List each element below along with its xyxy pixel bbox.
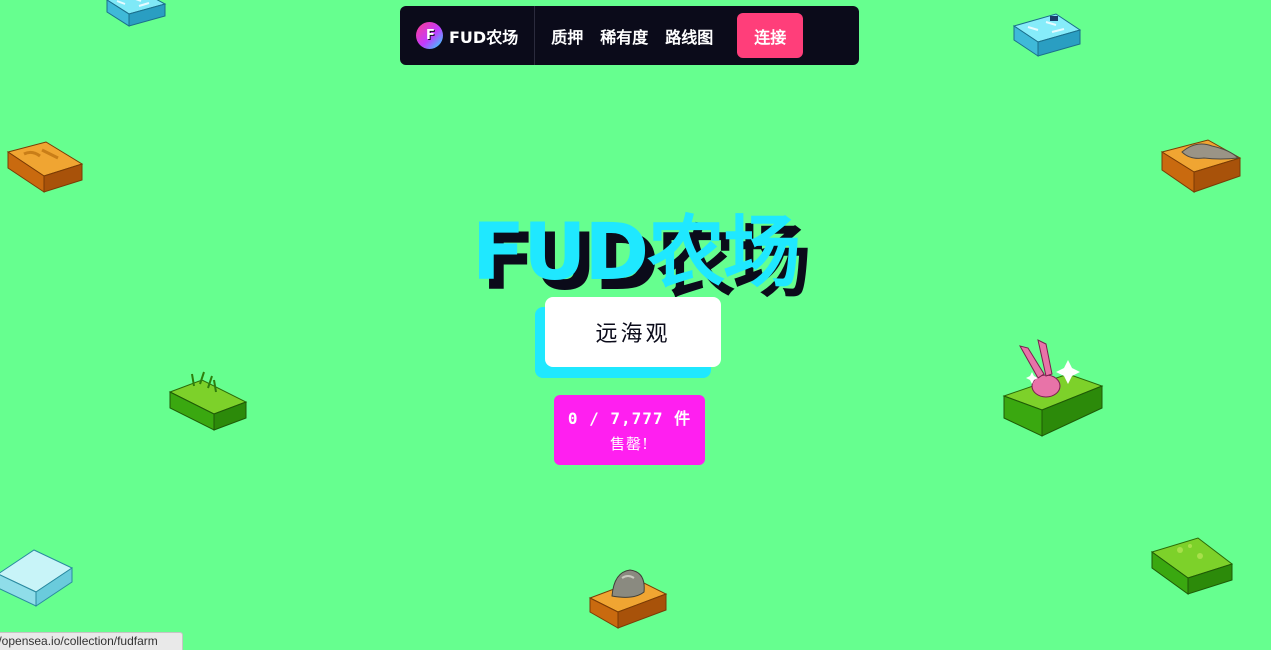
ice-block-icon [103,0,167,32]
dirt-block-icon [6,140,84,196]
nav-link-rarity[interactable]: 稀有度 [600,24,648,48]
top-nav: F FUD农场 质押 稀有度 路线图 连接 [400,6,859,65]
brand-name: FUD农场 [449,27,519,47]
dirt-rock-block-icon [1160,136,1242,196]
nav-link-staking[interactable]: 质押 [551,24,583,48]
opensea-button[interactable]: 远海观 [545,297,721,367]
opensea-button-wrap: 远海观 [535,297,722,379]
ice-block-icon [1012,12,1082,60]
grass-block-icon [1150,536,1234,598]
logo-glyph: F [426,28,435,43]
fud-logo-icon: F [416,22,443,49]
hero-title: FUD农场 [471,208,801,298]
mint-counter-badge: 0 / 7,777 件 售罄! [554,395,705,465]
brand-home-link[interactable]: F FUD农场 [400,6,536,65]
grass-block-icon [168,371,248,434]
bunny-grass-block-icon [1002,338,1106,440]
ice-block-icon [0,548,76,608]
sold-out-label: 售罄! [609,435,650,453]
connect-wallet-button[interactable]: 连接 [737,13,804,58]
mint-count: 0 / 7,777 件 [567,409,692,428]
rock-dirt-block-icon [588,566,668,630]
status-bar-url: //opensea.io/collection/fudfarm [0,632,183,650]
nav-link-roadmap[interactable]: 路线图 [665,24,713,48]
